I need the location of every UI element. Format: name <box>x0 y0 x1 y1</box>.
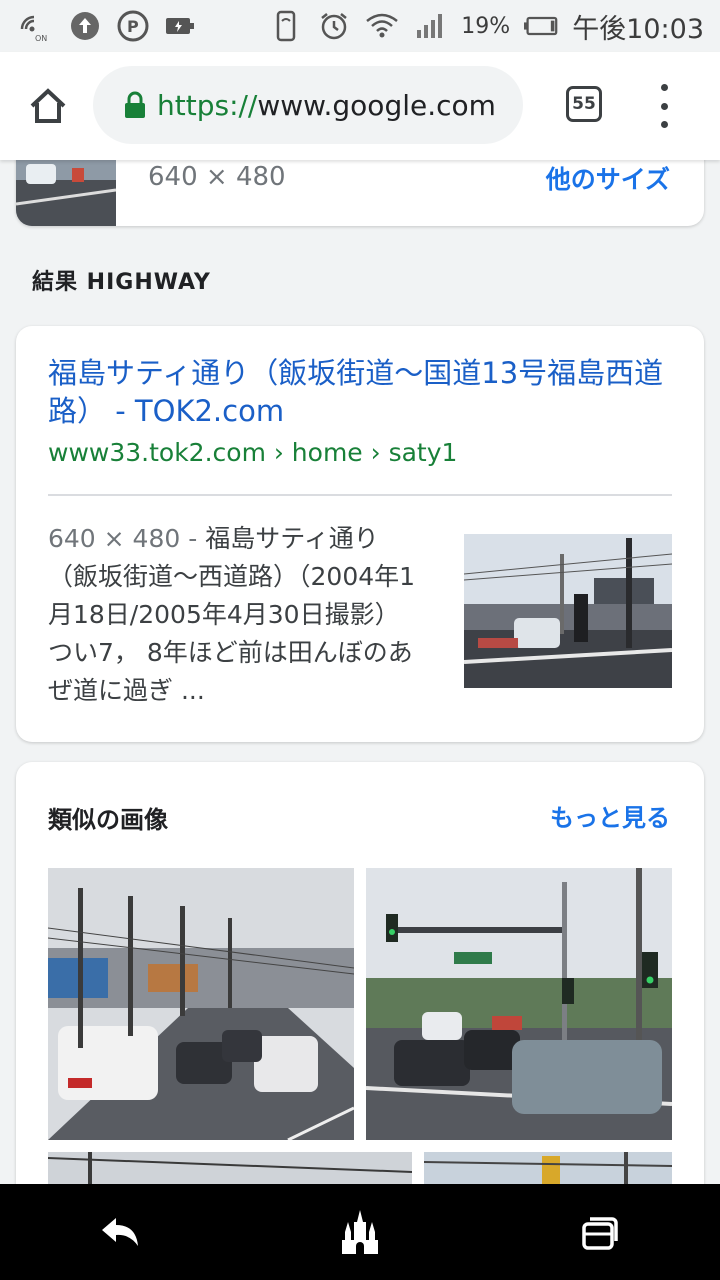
back-button[interactable] <box>84 1196 156 1268</box>
section-heading: 結果 HIGHWAY <box>32 270 211 295</box>
result-url[interactable]: www33.tok2.com › home › saty1 <box>48 438 457 467</box>
browser-toolbar: https://www.google.com 55 <box>0 52 720 160</box>
result-title-link[interactable]: 福島サティ通り（飯坂街道〜国道13号福島西道路） - TOK2.com <box>48 354 678 430</box>
battery-charge-icon <box>164 9 198 43</box>
tab-count: 55 <box>572 94 596 114</box>
signal-icon <box>413 9 447 43</box>
similar-image[interactable] <box>366 868 672 1140</box>
result-snippet: 640 × 480 - 福島サティ通り（飯坂街道〜西道路）（2004年1月18日… <box>48 524 416 705</box>
castle-home-icon <box>342 1210 378 1254</box>
url-text: https://www.google.com <box>157 88 496 122</box>
divider <box>48 494 672 496</box>
back-icon <box>102 1218 138 1246</box>
vibrate-icon <box>269 9 303 43</box>
upload-icon <box>68 9 102 43</box>
recents-button[interactable] <box>564 1196 636 1268</box>
system-nav-bar <box>0 1184 720 1280</box>
result-thumbnail-image[interactable] <box>464 534 672 688</box>
see-more-link[interactable]: もっと見る <box>550 798 670 833</box>
search-result-card: 福島サティ通り（飯坂街道〜国道13号福島西道路） - TOK2.com www3… <box>16 326 704 742</box>
image-size: 640 × 480 <box>148 162 286 192</box>
similar-image[interactable] <box>48 868 354 1140</box>
battery-icon <box>524 9 558 43</box>
status-bar: ON P 19% 午後10:03 <box>0 0 720 52</box>
alarm-icon <box>317 9 351 43</box>
recents-icon <box>582 1217 618 1250</box>
svg-text:P: P <box>127 17 139 36</box>
tab-switcher-button[interactable]: 55 <box>566 86 602 122</box>
lock-icon <box>125 91 145 118</box>
similar-images-title: 類似の画像 <box>48 806 168 834</box>
home-icon <box>30 88 66 123</box>
home-button[interactable] <box>18 76 78 136</box>
svg-text:ON: ON <box>35 34 47 43</box>
clock: 午後10:03 <box>572 13 704 45</box>
address-bar[interactable]: https://www.google.com <box>93 66 523 144</box>
wifi-icon <box>365 9 399 43</box>
more-sizes-link[interactable]: 他のサイズ <box>546 160 670 196</box>
parking-icon: P <box>116 9 150 43</box>
battery-percent: 19% <box>461 13 511 39</box>
more-vert-icon[interactable] <box>652 84 676 128</box>
home-nav-button[interactable] <box>324 1196 396 1268</box>
nfc-icon: ON <box>20 9 54 43</box>
